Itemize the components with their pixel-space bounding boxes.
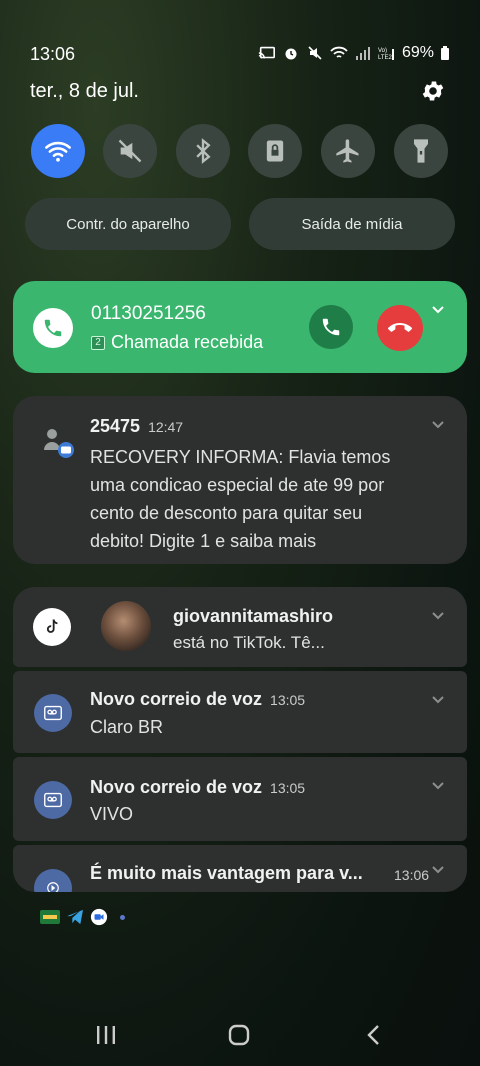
phone-app-icon <box>33 308 73 348</box>
lock-icon <box>266 140 284 162</box>
date: ter., 8 de jul. <box>30 80 139 102</box>
chevron-down-icon[interactable] <box>431 865 445 875</box>
caller-number: 01130251256 <box>91 303 206 324</box>
wifi-icon <box>45 141 71 162</box>
home-button[interactable] <box>226 1020 252 1050</box>
wifi-status-icon <box>330 46 348 58</box>
tiktok-notification[interactable]: giovannitamashiro está no TikTok. Tê... <box>13 587 467 667</box>
chevron-down-icon[interactable] <box>431 695 445 705</box>
clock: 13:06 <box>30 44 76 64</box>
wifi-toggle[interactable] <box>31 124 85 178</box>
sound-toggle[interactable] <box>103 124 157 178</box>
rotation-lock-toggle[interactable] <box>248 124 302 178</box>
video-call-icon <box>90 908 108 926</box>
accept-call-button[interactable] <box>309 305 353 349</box>
sms-body: RECOVERY INFORMA: Flavia temos uma condi… <box>90 447 391 551</box>
svg-text:Vo): Vo) <box>378 48 387 54</box>
alarm-icon <box>285 48 297 60</box>
battery-icon <box>441 46 449 60</box>
phone-icon <box>322 318 340 336</box>
mute-icon <box>308 46 322 60</box>
incoming-call-notification[interactable]: 01130251256 2 Chamada recebida <box>13 281 467 373</box>
airplane-icon <box>336 139 359 163</box>
chevron-down-icon[interactable] <box>431 611 445 621</box>
chevron-down-icon[interactable] <box>431 781 445 791</box>
back-button[interactable] <box>364 1020 384 1050</box>
promo-notification[interactable]: É muito mais vantagem para v... 13:06 <box>13 845 467 892</box>
more-dot-icon <box>120 914 125 920</box>
bank-app-icon <box>40 910 60 924</box>
sms-time: 12:47 <box>148 419 184 435</box>
cast-icon <box>258 46 275 59</box>
sms-notification[interactable]: 25475 12:47 RECOVERY INFORMA: Flavia temo… <box>13 396 467 564</box>
airplane-toggle[interactable] <box>321 124 375 178</box>
svg-text:LTE2: LTE2 <box>378 55 393 61</box>
mute-toggle-icon <box>118 139 142 163</box>
decline-call-button[interactable] <box>377 305 423 351</box>
chevron-down-icon[interactable] <box>431 420 445 430</box>
device-control-button[interactable]: Contr. do aparelho <box>25 198 231 250</box>
signal-icon <box>355 47 370 60</box>
voicemail-notification[interactable]: Novo correio de voz 13:05 Claro BR <box>13 671 467 753</box>
tiktok-text: está no TikTok. Tê... <box>173 633 325 652</box>
notification-overflow-icons <box>40 908 125 926</box>
voicemail-title: Novo correio de voz <box>90 777 263 797</box>
voicemail-icon <box>34 694 72 732</box>
avatar <box>101 601 151 651</box>
bluetooth-icon <box>196 138 211 164</box>
voicemail-title: Novo correio de voz <box>90 689 263 709</box>
battery-percent: 69% <box>401 44 434 61</box>
tiktok-icon <box>33 608 71 646</box>
tiktok-user: giovannitamashiro <box>173 606 334 626</box>
voicemail-time: 13:05 <box>270 692 306 708</box>
media-output-button[interactable]: Saída de mídia <box>249 198 455 250</box>
app-icon <box>34 869 72 892</box>
sms-sender: 25475 <box>90 416 141 436</box>
recent-apps-button[interactable] <box>94 1020 118 1050</box>
flashlight-toggle[interactable] <box>394 124 448 178</box>
hangup-icon <box>388 323 412 332</box>
lte-signal-icon: Vo)LTE2 <box>378 48 394 61</box>
chevron-down-icon[interactable] <box>431 305 445 315</box>
telegram-icon <box>67 909 83 925</box>
sim-badge: 2 <box>91 335 105 350</box>
voicemail-carrier: Claro BR <box>90 717 164 737</box>
bluetooth-toggle[interactable] <box>176 124 230 178</box>
promo-title: É muito mais vantagem para v... <box>90 863 363 883</box>
voicemail-icon <box>34 781 72 819</box>
voicemail-notification[interactable]: Novo correio de voz 13:05 VIVO <box>13 757 467 841</box>
voicemail-time: 13:05 <box>270 780 306 796</box>
flashlight-icon <box>414 139 428 163</box>
promo-time: 13:06 <box>394 867 430 883</box>
voicemail-carrier: VIVO <box>90 804 134 824</box>
messages-app-icon <box>41 424 77 460</box>
status-bar: 13:06 Vo) LTE2 69% <box>30 44 450 66</box>
call-status: Chamada recebida <box>111 332 264 352</box>
gear-icon[interactable] <box>420 78 446 104</box>
